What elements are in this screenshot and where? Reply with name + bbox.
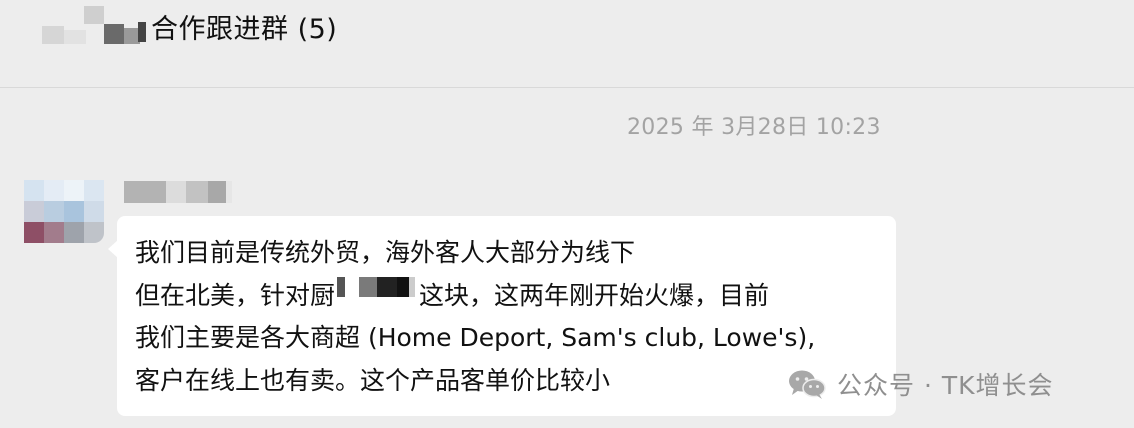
message-line-2: 但在北美，针对厨 这块，这两年刚开始火爆，目前 — [135, 275, 878, 318]
message-line-1: 我们目前是传统外贸，海外客人大部分为线下 — [135, 238, 636, 267]
chat-header: 合作跟进群 (5) — [0, 0, 1134, 88]
message-bubble[interactable]: 我们目前是传统外贸，海外客人大部分为线下 但在北美，针对厨 这块，这两年刚开始火爆… — [108, 216, 896, 416]
wechat-icon — [789, 370, 826, 399]
watermark-text: 公众号 · TK增长会 — [837, 371, 1054, 400]
chat-title-bar[interactable]: 合作跟进群 (5) — [42, 6, 337, 46]
watermark: 公众号 · TK增长会 — [787, 366, 1054, 402]
redacted-text-mosaic — [337, 276, 416, 297]
redacted-title-mosaic — [42, 6, 147, 46]
message-line-4: 客户在线上也有卖。这个产品客单价比较小 — [135, 365, 611, 395]
message-line-2-start: 但在北美，针对厨 — [135, 280, 336, 310]
sender-avatar[interactable] — [24, 180, 104, 243]
message-line-3: 我们主要是各大商超 (Home Deport, Sam's club, Lowe… — [135, 323, 816, 352]
group-name: 合作跟进群 (5) — [151, 13, 338, 45]
redacted-sender-name — [124, 181, 232, 203]
message-timestamp: 2025 年 3月28日 10:23 — [627, 115, 881, 140]
message-line-2-end: 这块，这两年刚开始火爆，目前 — [419, 280, 770, 310]
